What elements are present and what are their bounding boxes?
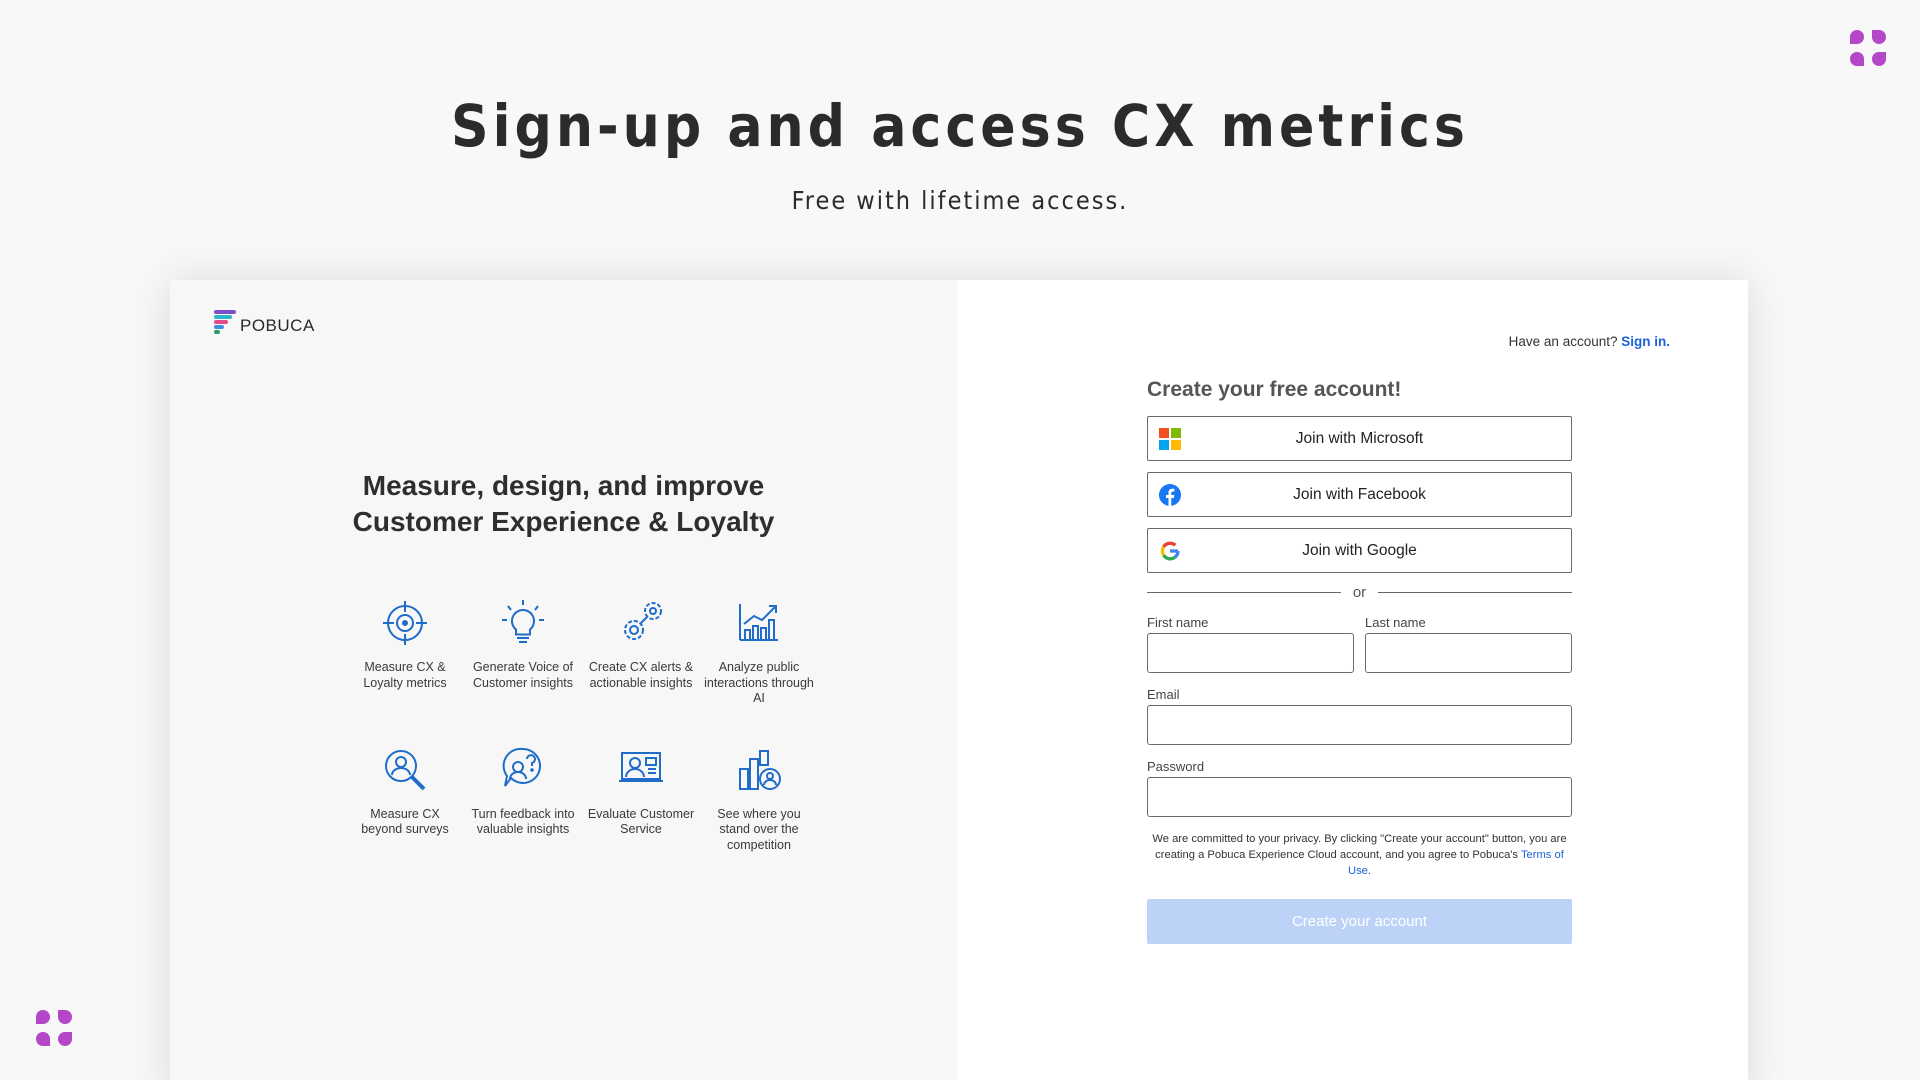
feature-item: Generate Voice of Customer insights (464, 598, 582, 707)
pobuca-logo-icon (214, 308, 238, 336)
question-person-icon (502, 747, 542, 787)
search-person-icon (385, 749, 426, 790)
signup-panel: Have an account? Sign in. Create your fr… (957, 280, 1748, 1080)
tagline-line-2: Customer Experience & Loyalty (352, 506, 775, 537)
password-label: Password (1147, 759, 1205, 774)
agent-screen-icon (619, 751, 663, 782)
chart-growth-icon (739, 604, 778, 641)
microsoft-icon (1159, 428, 1181, 450)
feature-item: Analyze public interactions through AI (700, 598, 818, 707)
divider-text: or (1352, 584, 1367, 601)
feature-item: Evaluate Customer Service (582, 745, 700, 854)
features-grid: Measure CX & Loyalty metrics Generate Vo… (346, 598, 818, 853)
join-facebook-label: Join with Facebook (1293, 485, 1426, 503)
first-name-input[interactable] (1147, 633, 1354, 673)
divider-line (1147, 591, 1341, 594)
features-panel: POBUCA Measure, design, and improve Cust… (170, 280, 957, 1080)
last-name-label: Last name (1365, 615, 1426, 630)
tagline-line-1: Measure, design, and improve (362, 470, 765, 501)
competition-icon (739, 749, 781, 790)
email-input[interactable] (1147, 705, 1572, 745)
join-microsoft-button[interactable]: Join with Microsoft (1147, 416, 1572, 461)
signup-card: POBUCA Measure, design, and improve Cust… (170, 280, 1748, 1080)
decorative-x-mark-icon (36, 1010, 72, 1046)
feature-label: Measure CX & Loyalty metrics (363, 660, 447, 690)
divider-line (1378, 591, 1572, 594)
google-icon (1160, 541, 1180, 561)
last-name-field-group: Last name (1365, 615, 1572, 673)
pobuca-logo: POBUCA (214, 308, 315, 336)
feature-label: Evaluate Customer Service (587, 806, 695, 837)
password-field-group: Password (1147, 759, 1572, 817)
tagline: Measure, design, and improve Customer Ex… (170, 468, 957, 540)
feature-label: Measure CX beyond surveys (361, 806, 449, 837)
email-label: Email (1147, 687, 1180, 702)
target-icon (383, 601, 427, 645)
feature-item: Create CX alerts & actionable insights (582, 598, 700, 707)
facebook-icon (1159, 484, 1181, 506)
have-account-prompt: Have an account? Sign in. (1509, 334, 1670, 349)
first-name-field-group: First name (1147, 615, 1354, 673)
feature-label: Create CX alerts & actionable insights (588, 660, 694, 690)
feature-label: See where you stand over the competition (717, 806, 801, 852)
create-account-button[interactable]: Create your account (1147, 899, 1572, 944)
privacy-text: We are committed to your privacy. By cli… (1152, 833, 1567, 861)
join-microsoft-label: Join with Microsoft (1295, 429, 1424, 447)
feature-label: Analyze public interactions through AI (704, 660, 814, 705)
password-input[interactable] (1147, 777, 1572, 817)
email-field-group: Email (1147, 687, 1572, 745)
page-title: Sign-up and access CX metrics (451, 92, 1469, 160)
feature-label: Turn feedback into valuable insights (471, 806, 575, 837)
first-name-label: First name (1147, 615, 1209, 630)
page-subtitle: Free with lifetime access. (791, 186, 1129, 215)
feature-item: Measure CX & Loyalty metrics (346, 598, 464, 707)
feature-item: Measure CX beyond surveys (346, 745, 464, 854)
or-divider: or (1147, 584, 1572, 601)
feature-item: Turn feedback into valuable insights (464, 745, 582, 854)
logo-text: POBUCA (240, 316, 315, 335)
feature-item: See where you stand over the competition (700, 745, 818, 854)
privacy-notice: We are committed to your privacy. By cli… (1152, 833, 1567, 877)
lightbulb-icon (502, 600, 544, 643)
sign-in-link[interactable]: Sign in. (1621, 334, 1670, 349)
join-google-label: Join with Google (1302, 541, 1417, 559)
join-facebook-button[interactable]: Join with Facebook (1147, 472, 1572, 517)
decorative-x-mark-icon (1850, 30, 1886, 66)
feature-label: Generate Voice of Customer insights (472, 660, 574, 690)
last-name-input[interactable] (1365, 633, 1572, 673)
signup-form: Create your free account! Join with Micr… (1147, 378, 1572, 944)
join-google-button[interactable]: Join with Google (1147, 528, 1572, 573)
gears-icon (624, 602, 662, 640)
form-title: Create your free account! (1147, 378, 1402, 401)
have-account-text: Have an account? (1508, 334, 1618, 349)
